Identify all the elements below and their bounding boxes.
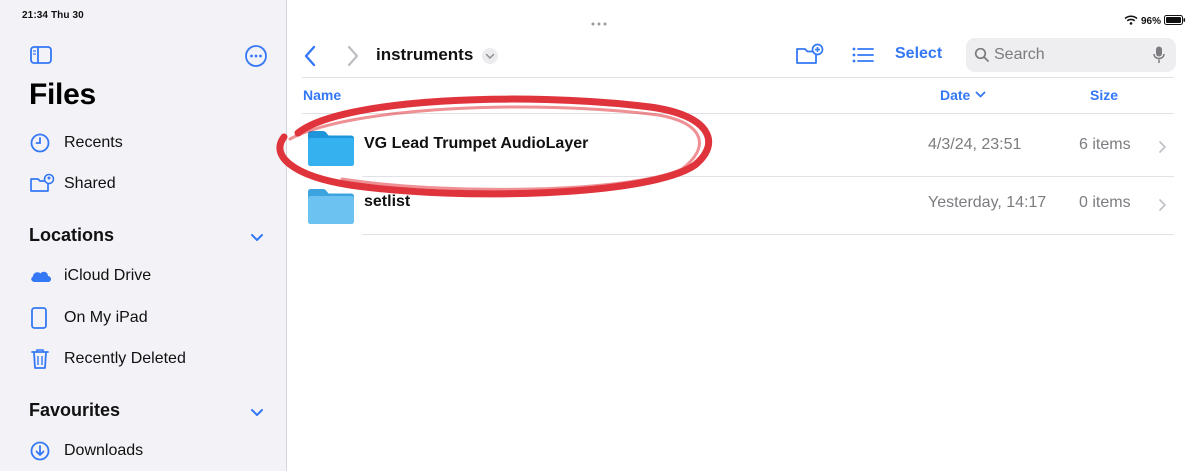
divider	[302, 113, 1174, 114]
clock-icon	[29, 131, 55, 155]
list-view-icon[interactable]	[850, 44, 876, 66]
file-date: 4/3/24, 23:51	[928, 136, 1022, 153]
search-field[interactable]	[966, 38, 1176, 72]
chevron-right-icon	[1157, 140, 1167, 154]
status-time: 21:34 Thu 30	[22, 10, 84, 21]
divider	[362, 234, 1174, 235]
chevron-down-icon[interactable]	[481, 47, 499, 65]
forward-chevron-icon[interactable]	[345, 43, 361, 69]
file-size: 6 items	[1079, 136, 1131, 153]
file-row[interactable]: setlist Yesterday, 14:17 0 items	[302, 176, 1174, 234]
chevron-down-icon[interactable]	[249, 231, 265, 243]
back-chevron-icon[interactable]	[302, 43, 318, 69]
folder-icon	[306, 128, 356, 168]
current-folder-title[interactable]: instruments	[376, 45, 473, 65]
sidebar-title: Files	[29, 78, 96, 111]
sidebar-item-label: On My iPad	[64, 309, 148, 326]
sidebar-item-recently-deleted[interactable]: Recently Deleted	[29, 344, 186, 374]
column-header-name[interactable]: Name	[303, 87, 341, 103]
sidebar-item-label: Recently Deleted	[64, 350, 186, 367]
files-app-window: 21:34 Thu 30 Files Recents Shared Locati…	[0, 0, 1190, 471]
file-date: Yesterday, 14:17	[928, 194, 1047, 211]
ipad-icon	[29, 306, 55, 330]
sidebar-item-label: Shared	[64, 175, 116, 192]
column-header-label: Date	[940, 87, 971, 103]
microphone-icon[interactable]	[1152, 45, 1166, 65]
divider	[302, 77, 1174, 78]
sidebar-item-label: iCloud Drive	[64, 267, 152, 284]
sidebar-item-label: Recents	[64, 134, 123, 151]
download-icon	[29, 439, 55, 463]
sidebar-item-on-my-ipad[interactable]: On My iPad	[29, 303, 148, 333]
sidebar: 21:34 Thu 30 Files Recents Shared Locati…	[0, 0, 287, 471]
chevron-down-icon[interactable]	[249, 406, 265, 418]
new-folder-icon[interactable]	[795, 43, 825, 67]
file-row[interactable]: VG Lead Trumpet AudioLayer 4/3/24, 23:51…	[302, 118, 1174, 176]
sidebar-item-downloads[interactable]: Downloads	[29, 436, 143, 466]
more-options-icon[interactable]	[244, 44, 268, 68]
shared-folder-icon	[29, 172, 55, 196]
section-heading-locations[interactable]: Locations	[29, 225, 114, 246]
battery-percentage: 96%	[1141, 15, 1162, 27]
battery-icon	[1164, 12, 1186, 30]
trash-icon	[29, 347, 55, 371]
search-input[interactable]	[994, 44, 1144, 66]
status-indicators: 96%	[1124, 12, 1186, 30]
select-button[interactable]: Select	[895, 45, 942, 63]
file-name: setlist	[364, 193, 411, 210]
sidebar-item-label: Downloads	[64, 442, 144, 459]
sidebar-item-shared[interactable]: Shared	[29, 169, 116, 199]
cloud-icon	[29, 264, 55, 288]
chevron-right-icon	[1157, 198, 1167, 212]
search-icon	[974, 47, 990, 63]
multitasking-dots-icon[interactable]	[590, 14, 608, 26]
wifi-icon	[1124, 12, 1138, 30]
file-size: 0 items	[1079, 194, 1131, 211]
chevron-down-icon	[975, 91, 986, 98]
sidebar-item-icloud-drive[interactable]: iCloud Drive	[29, 261, 151, 291]
folder-icon	[306, 186, 356, 226]
section-heading-favourites[interactable]: Favourites	[29, 400, 120, 421]
sidebar-item-recents[interactable]: Recents	[29, 128, 123, 158]
column-header-size[interactable]: Size	[1090, 87, 1118, 103]
sidebar-toggle-icon[interactable]	[29, 44, 53, 66]
file-name: VG Lead Trumpet AudioLayer	[364, 135, 589, 152]
column-header-date[interactable]: Date	[940, 87, 986, 103]
